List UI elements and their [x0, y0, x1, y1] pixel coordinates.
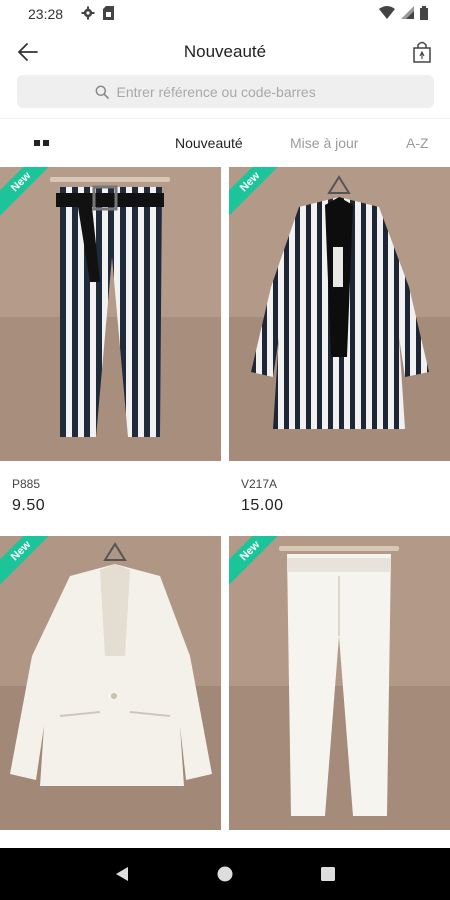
sort-bar: Nouveauté Mise à jour A-Z	[0, 126, 450, 160]
header: Nouveauté	[0, 30, 450, 74]
back-triangle-icon	[115, 867, 128, 881]
recents-square-icon	[321, 867, 336, 881]
status-right	[379, 5, 428, 23]
shopping-bag-icon	[413, 41, 431, 63]
tab-nouveaute[interactable]: Nouveauté	[175, 135, 243, 151]
divider	[0, 118, 450, 119]
home-circle-icon	[217, 866, 233, 882]
back-button[interactable]	[14, 38, 42, 66]
sim-card-icon	[103, 5, 115, 23]
product-price: 15.00	[241, 497, 284, 514]
product-ref: V217A	[241, 477, 278, 491]
product-price: 9.50	[12, 497, 46, 514]
search-bar	[17, 75, 434, 108]
product-ref: P885	[12, 477, 41, 491]
status-time: 23:28	[28, 6, 64, 22]
wifi-icon	[379, 6, 395, 22]
nav-home-button[interactable]	[213, 862, 237, 886]
nav-back-button[interactable]	[110, 862, 134, 886]
system-nav-bar	[0, 848, 450, 900]
status-left: 23:28	[16, 5, 115, 23]
product-card[interactable]: New V217A 15.00	[229, 167, 450, 515]
search-input[interactable]	[116, 83, 357, 100]
product-image[interactable]: New	[229, 167, 450, 461]
shopping-bag-button[interactable]	[408, 38, 436, 66]
grid-view-icon	[43, 140, 49, 146]
product-card[interactable]: New P885 9.50	[0, 167, 221, 515]
status-bar: 23:28	[0, 0, 450, 28]
grid-view-icon	[34, 140, 40, 146]
product-card[interactable]: New	[0, 536, 221, 830]
product-image[interactable]: New	[229, 536, 450, 830]
page-title: Nouveauté	[183, 42, 267, 61]
grid-view-toggle[interactable]	[34, 136, 54, 150]
product-image[interactable]: New	[0, 536, 221, 830]
product-image[interactable]: New	[0, 167, 221, 461]
signal-icon	[401, 6, 414, 22]
gear-icon	[81, 6, 95, 23]
product-card[interactable]: New	[229, 536, 450, 830]
tab-a-z[interactable]: A-Z	[406, 135, 429, 151]
back-arrow-icon	[18, 43, 38, 61]
tab-mise-a-jour[interactable]: Mise à jour	[290, 135, 358, 151]
nav-recents-button[interactable]	[316, 862, 340, 886]
battery-icon	[420, 5, 428, 23]
search-icon	[95, 85, 109, 99]
